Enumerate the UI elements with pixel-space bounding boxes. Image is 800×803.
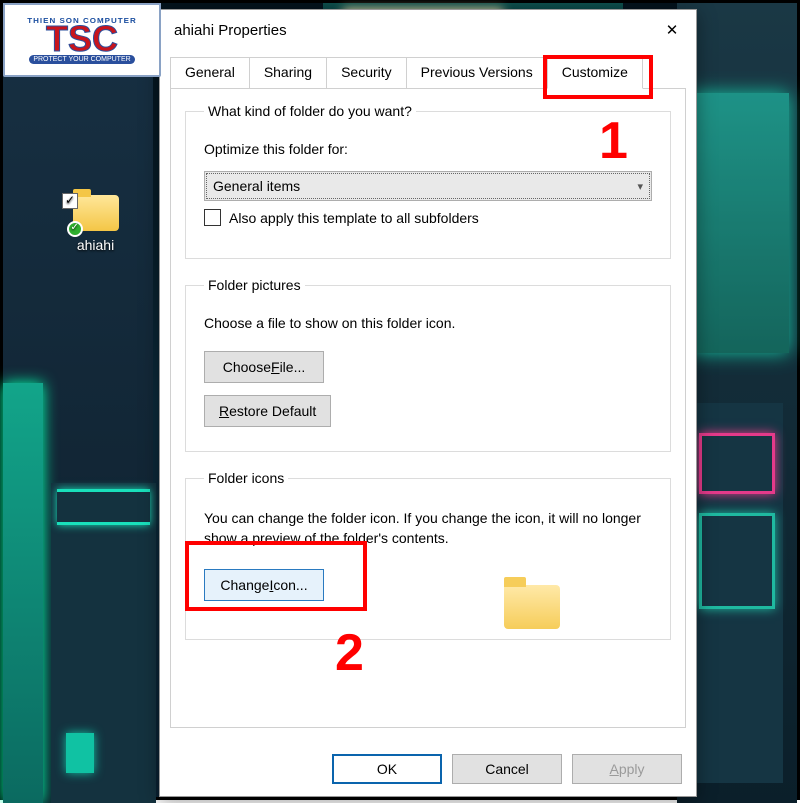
selection-checkbox[interactable]: ✓: [62, 193, 78, 209]
folder-preview-icon: [504, 585, 560, 629]
logo-arc-text: THIEN SON COMPUTER: [27, 16, 137, 24]
tab-previous-versions[interactable]: Previous Versions: [406, 57, 548, 89]
folder-icon: [73, 195, 119, 231]
apply-subfolders-label: Also apply this template to all subfolde…: [229, 210, 479, 226]
titlebar[interactable]: ahiahi Properties ✕: [160, 10, 696, 50]
apply-button[interactable]: Apply: [572, 754, 682, 784]
chevron-down-icon: ▾: [637, 180, 643, 193]
tab-general[interactable]: General: [170, 57, 250, 89]
ok-button[interactable]: OK: [332, 754, 442, 784]
change-icon-button[interactable]: Change Icon...: [204, 569, 324, 601]
restore-default-button[interactable]: Restore Default: [204, 395, 331, 427]
sync-ok-badge-icon: [67, 221, 83, 237]
tab-security[interactable]: Security: [326, 57, 407, 89]
folder-icons-desc: You can change the folder icon. If you c…: [204, 508, 652, 549]
group-folder-kind: What kind of folder do you want? Optimiz…: [185, 103, 671, 259]
optimize-label: Optimize this folder for:: [204, 141, 652, 157]
brand-logo: THIEN SON COMPUTER TSC PROTECT YOUR COMP…: [3, 3, 161, 77]
logo-main-text: TSC: [46, 25, 118, 54]
properties-dialog: ahiahi Properties ✕ General Sharing Secu…: [159, 9, 697, 797]
logo-sub-text: PROTECT YOUR COMPUTER: [29, 55, 134, 64]
optimize-select-value: General items: [213, 178, 300, 194]
close-icon: ✕: [666, 21, 679, 39]
tab-panel-customize: What kind of folder do you want? Optimiz…: [170, 88, 686, 728]
dialog-button-row: OK Cancel Apply: [332, 754, 682, 784]
close-button[interactable]: ✕: [648, 13, 696, 47]
desktop-folder-label: ahiahi: [77, 237, 114, 253]
tab-strip: General Sharing Security Previous Versio…: [170, 56, 686, 88]
group-folder-icons: Folder icons You can change the folder i…: [185, 470, 671, 640]
apply-subfolders-checkbox[interactable]: Also apply this template to all subfolde…: [204, 209, 652, 226]
window-title: ahiahi Properties: [174, 22, 287, 39]
group-folder-kind-legend: What kind of folder do you want?: [204, 103, 416, 119]
tab-customize[interactable]: Customize: [547, 57, 643, 89]
optimize-select[interactable]: General items ▾: [204, 171, 652, 201]
desktop-background: THIEN SON COMPUTER TSC PROTECT YOUR COMP…: [0, 0, 800, 800]
group-folder-icons-legend: Folder icons: [204, 470, 288, 486]
group-folder-pictures-legend: Folder pictures: [204, 277, 305, 293]
group-folder-pictures: Folder pictures Choose a file to show on…: [185, 277, 671, 452]
choose-file-button[interactable]: Choose File...: [204, 351, 324, 383]
folder-pictures-desc: Choose a file to show on this folder ico…: [204, 315, 652, 331]
cancel-button[interactable]: Cancel: [452, 754, 562, 784]
checkbox-box-icon: [204, 209, 221, 226]
desktop-folder-item[interactable]: ✓ ahiahi: [58, 195, 133, 253]
tab-sharing[interactable]: Sharing: [249, 57, 327, 89]
